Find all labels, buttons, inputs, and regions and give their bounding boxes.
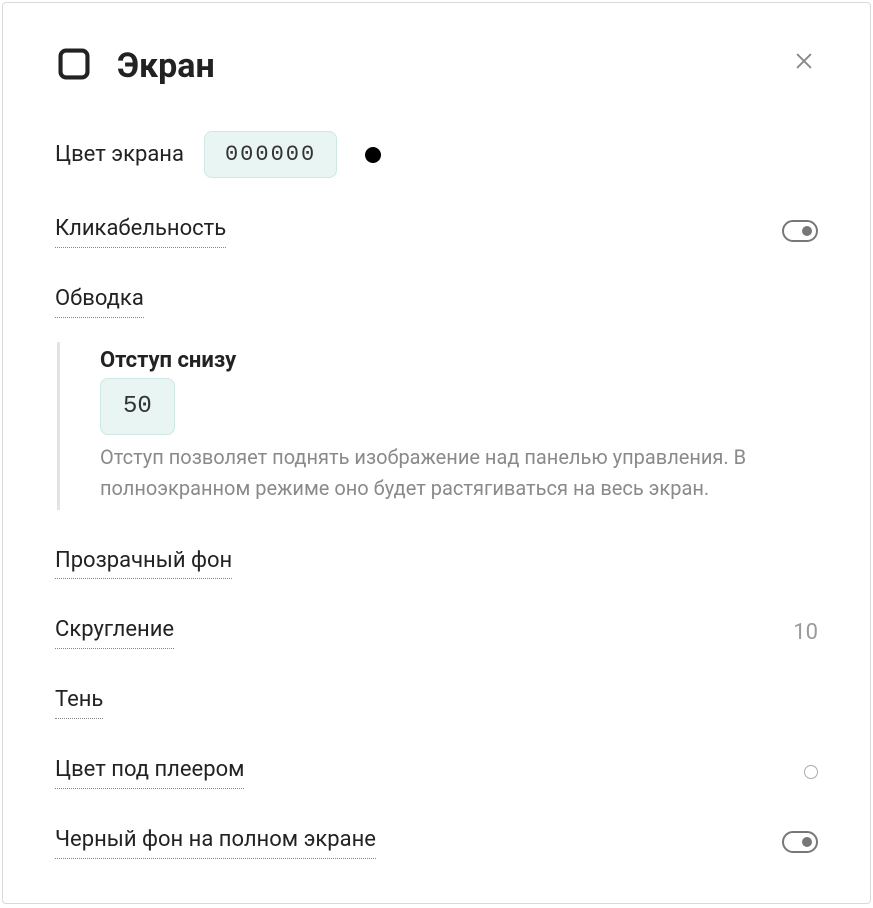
panel-header: Экран xyxy=(55,45,818,87)
clickability-toggle[interactable] xyxy=(782,220,818,242)
panel-title: Экран xyxy=(117,46,215,86)
color-under-player-row: Цвет под плеером xyxy=(55,755,818,789)
screen-color-swatch[interactable] xyxy=(365,147,381,163)
rounding-label[interactable]: Скругление xyxy=(55,615,174,649)
color-under-player-swatch[interactable] xyxy=(804,765,818,779)
transparent-bg-label[interactable]: Прозрачный фон xyxy=(55,546,232,580)
bottom-offset-help: Отступ позволяет поднять изображение над… xyxy=(100,442,800,504)
clickability-label[interactable]: Кликабельность xyxy=(55,214,226,248)
transparent-bg-row: Прозрачный фон xyxy=(55,546,818,580)
screen-color-row: Цвет экрана 000000 xyxy=(55,131,818,178)
black-fullscreen-row: Черный фон на полном экране xyxy=(55,825,818,859)
screen-color-input[interactable]: 000000 xyxy=(204,131,337,178)
shadow-label[interactable]: Тень xyxy=(55,685,103,719)
screen-icon xyxy=(55,45,93,87)
bottom-offset-block: Отступ снизу 50 Отступ позволяет поднять… xyxy=(57,342,818,510)
color-under-player-label[interactable]: Цвет под плеером xyxy=(55,755,244,789)
rounding-value: 10 xyxy=(793,620,818,645)
black-fullscreen-label[interactable]: Черный фон на полном экране xyxy=(55,825,376,859)
screen-settings-panel: Экран Цвет экрана 000000 Кликабельность … xyxy=(2,2,871,904)
black-fullscreen-toggle[interactable] xyxy=(782,831,818,853)
bottom-offset-title: Отступ снизу xyxy=(100,348,818,373)
close-icon xyxy=(793,50,815,72)
outline-row: Обводка xyxy=(55,284,818,318)
bottom-offset-input[interactable]: 50 xyxy=(100,378,175,435)
outline-label[interactable]: Обводка xyxy=(55,284,144,318)
screen-color-label: Цвет экрана xyxy=(55,142,184,167)
clickability-row: Кликабельность xyxy=(55,214,818,248)
close-button[interactable] xyxy=(790,47,818,75)
rounding-row: Скругление 10 xyxy=(55,615,818,649)
shadow-row: Тень xyxy=(55,685,818,719)
